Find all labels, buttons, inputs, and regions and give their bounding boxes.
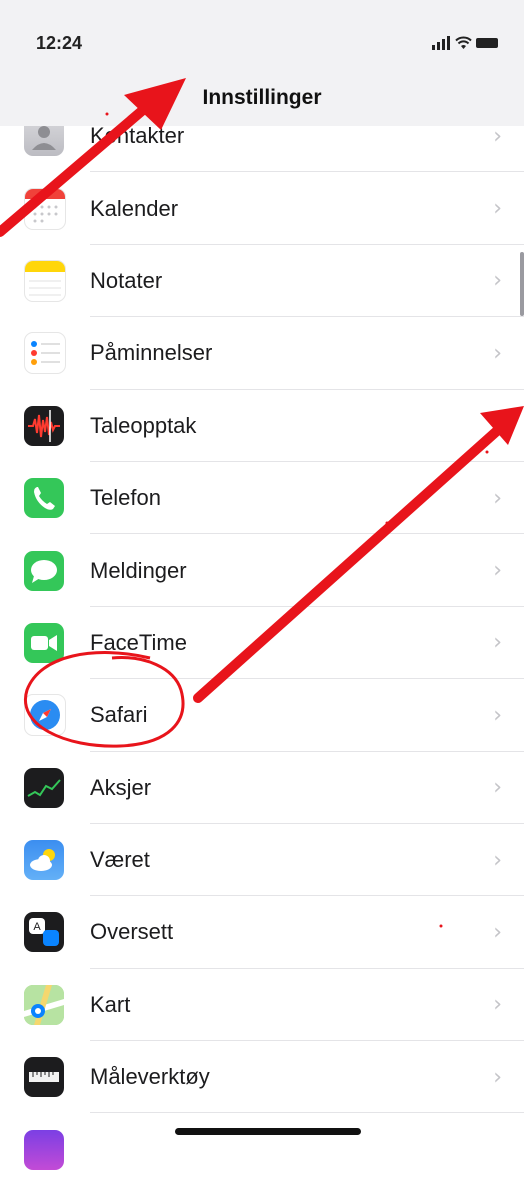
row-label: Telefon <box>90 485 161 511</box>
row-label: Meldinger <box>90 557 187 583</box>
voice-memos-icon <box>24 405 64 446</box>
reminders-icon <box>24 332 66 375</box>
notes-icon <box>24 259 66 302</box>
row-label: Kontakter <box>90 123 185 149</box>
chevron-right-icon: › <box>493 1064 502 1090</box>
settings-row-notater[interactable]: Notater › <box>0 245 524 318</box>
settings-row-facetime[interactable]: FaceTime › <box>0 607 524 680</box>
row-label: Notater <box>90 267 163 293</box>
maps-icon <box>24 984 64 1025</box>
translate-icon: A <box>24 912 64 953</box>
scroll-indicator[interactable] <box>520 252 524 316</box>
stocks-icon <box>24 767 64 808</box>
chevron-right-icon: › <box>493 992 502 1018</box>
settings-row-vaeret[interactable]: Været › <box>0 824 524 897</box>
row-label: Aksjer <box>90 774 152 800</box>
app-icon <box>24 1129 64 1170</box>
chevron-right-icon: › <box>493 558 502 584</box>
messages-icon <box>24 550 64 591</box>
settings-row-kalender[interactable]: Kalender › <box>0 172 524 245</box>
status-time: 12:24 <box>36 33 83 53</box>
chevron-right-icon: › <box>493 485 502 511</box>
nav-header: Innstillinger <box>0 80 524 126</box>
chevron-right-icon: › <box>493 123 502 149</box>
measure-icon <box>24 1057 64 1098</box>
chevron-right-icon: › <box>493 919 502 945</box>
calendar-icon <box>24 187 66 230</box>
row-label: Taleopptak <box>90 412 197 438</box>
settings-row-maleverktoy[interactable]: Måleverktøy › <box>0 1041 524 1114</box>
weather-icon <box>24 840 64 881</box>
status-bar: 12:24 <box>0 0 524 80</box>
chevron-right-icon: › <box>493 630 502 656</box>
chevron-right-icon: › <box>493 702 502 728</box>
home-indicator[interactable] <box>175 1128 361 1135</box>
settings-row-kart[interactable]: Kart › <box>0 969 524 1042</box>
settings-row-meldinger[interactable]: Meldinger › <box>0 534 524 607</box>
row-label: Kalender <box>90 195 179 221</box>
settings-row-safari[interactable]: Safari › <box>0 679 524 752</box>
row-label: Safari <box>90 702 148 728</box>
settings-list: Kontakter › Kalender › Notater › Påminne… <box>0 100 524 1186</box>
chevron-right-icon: › <box>493 775 502 801</box>
battery-icon <box>476 38 498 48</box>
phone-icon <box>24 478 64 519</box>
settings-row-telefon[interactable]: Telefon › <box>0 462 524 535</box>
settings-row-partial[interactable] <box>0 1113 524 1185</box>
row-label: Påminnelser <box>90 340 213 366</box>
settings-row-paminnelser[interactable]: Påminnelser › <box>0 317 524 390</box>
settings-row-taleopptak[interactable]: Taleopptak › <box>0 390 524 462</box>
row-label: FaceTime <box>90 629 187 655</box>
wifi-icon <box>455 36 472 50</box>
chevron-right-icon: › <box>493 196 502 222</box>
safari-icon <box>24 694 66 737</box>
row-label: Kart <box>90 991 131 1017</box>
row-label: Oversett <box>90 919 174 945</box>
status-icons <box>432 34 498 50</box>
cellular-signal-icon <box>432 36 450 50</box>
chevron-right-icon: › <box>493 340 502 366</box>
row-label: Måleverktøy <box>90 1064 210 1090</box>
chevron-right-icon: › <box>493 847 502 873</box>
row-label: Været <box>90 847 150 873</box>
chevron-right-icon: › <box>493 413 502 439</box>
page-title: Innstillinger <box>202 86 322 109</box>
svg-text:A: A <box>33 921 41 933</box>
settings-row-aksjer[interactable]: Aksjer › <box>0 752 524 824</box>
chevron-right-icon: › <box>493 268 502 294</box>
facetime-icon <box>24 622 64 663</box>
settings-row-oversett[interactable]: A Oversett › <box>0 896 524 969</box>
